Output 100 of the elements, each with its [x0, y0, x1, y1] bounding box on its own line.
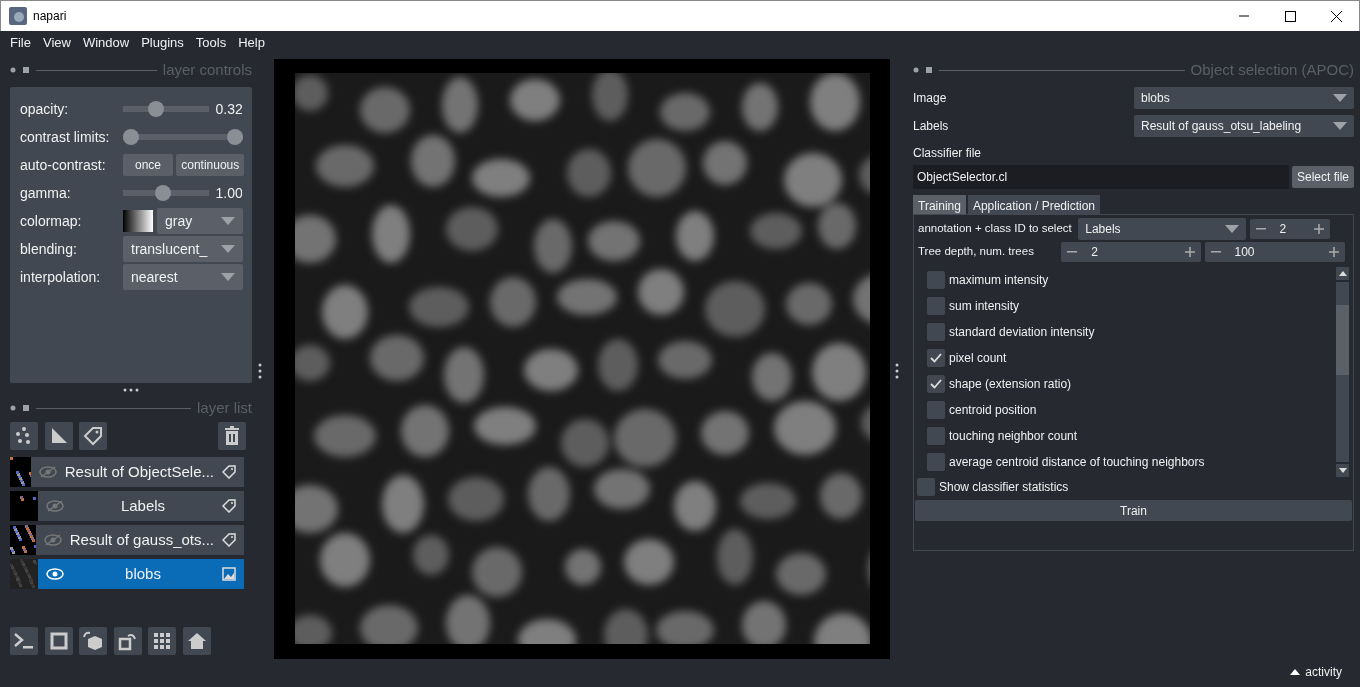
checkbox-label: average centroid distance of touching neighbors: [949, 454, 1205, 471]
panel-title: layer list: [197, 397, 252, 418]
checkbox[interactable]: [927, 401, 945, 419]
checkbox[interactable]: [927, 453, 945, 471]
file-path-field[interactable]: ObjectSelector.cl: [913, 165, 1289, 189]
arrow-down-icon[interactable]: [1338, 468, 1347, 473]
console-button[interactable]: [10, 627, 38, 655]
layer-thumbnail: [10, 524, 36, 555]
plus-icon[interactable]: [1328, 247, 1339, 257]
panel-title: layer controls: [162, 59, 252, 80]
control-label: colormap:: [20, 211, 83, 231]
tag-icon: [222, 532, 236, 547]
tab[interactable]: Training: [913, 195, 966, 214]
checkbox[interactable]: [927, 375, 945, 393]
dropdown[interactable]: Result of gauss_otsu_labeling: [1134, 115, 1354, 137]
checkbox-label: pixel count: [949, 350, 1007, 367]
dropdown[interactable]: Labels: [1078, 218, 1247, 240]
checkbox-label: touching neighbor count: [949, 428, 1078, 445]
tab[interactable]: Application / Prediction: [967, 195, 1100, 214]
scrollbar-drawing[interactable]: [1336, 267, 1349, 477]
menu-item[interactable]: View: [36, 33, 77, 53]
colormap-swatch: [123, 210, 153, 232]
square-icon: [49, 632, 68, 650]
float-icon[interactable]: [913, 66, 933, 74]
slider-thumb[interactable]: [147, 101, 164, 117]
tag-icon: [222, 464, 236, 479]
picture-icon: [222, 566, 236, 581]
train-button[interactable]: Train: [915, 500, 1352, 521]
dropdown[interactable]: blobs: [1134, 87, 1354, 109]
menu-item[interactable]: Tools: [189, 33, 233, 53]
resize-handle-icon[interactable]: [895, 363, 899, 379]
plus-icon[interactable]: [1313, 224, 1324, 234]
menu-item[interactable]: Help: [232, 33, 271, 53]
menu-item[interactable]: Plugins: [135, 33, 190, 53]
checkbox[interactable]: [917, 478, 935, 496]
checkbox-label: Show classifier statistics: [939, 479, 1069, 496]
control-label: opacity:: [20, 99, 70, 119]
float-icon[interactable]: [10, 66, 30, 74]
slider-value: 0.32: [215, 99, 242, 119]
new-points-layer-button[interactable]: [10, 422, 38, 451]
rotate-button[interactable]: [113, 627, 142, 655]
layer-thumbnail: [10, 490, 38, 521]
home-icon: [186, 631, 207, 651]
activity-label[interactable]: activity: [1305, 663, 1342, 681]
new-labels-layer-button[interactable]: [79, 422, 107, 451]
close-icon: [1330, 10, 1342, 22]
checkbox[interactable]: [927, 349, 945, 367]
control-label: auto-contrast:: [20, 155, 107, 175]
checkbox-label: centroid position: [949, 402, 1037, 419]
layer-item[interactable]: Result of gauss_ots...: [35, 524, 244, 555]
checkbox-label: sum intensity: [949, 298, 1020, 315]
slider-thumb[interactable]: [154, 185, 171, 201]
arrow-up-icon[interactable]: [1338, 271, 1347, 276]
number-spinbox[interactable]: 100: [1204, 242, 1345, 262]
home-button[interactable]: [182, 627, 211, 655]
new-shapes-layer-button[interactable]: [44, 422, 73, 451]
dropdown[interactable]: translucent_: [123, 236, 243, 262]
checkbox[interactable]: [927, 323, 945, 341]
auto-contrast-button[interactable]: continuous: [176, 154, 245, 176]
checkbox[interactable]: [927, 427, 945, 445]
checkbox-label: maximum intensity: [949, 272, 1049, 289]
layer-thumbnail: [10, 558, 38, 589]
resize-handle-icon[interactable]: [123, 388, 139, 392]
grid-button[interactable]: [148, 627, 176, 655]
grid-icon: [153, 632, 171, 650]
field-label: Image: [913, 90, 947, 107]
caret-icon[interactable]: [1290, 669, 1301, 675]
cube-button[interactable]: [79, 627, 107, 655]
minus-icon[interactable]: [1210, 251, 1221, 253]
auto-contrast-button[interactable]: once: [123, 154, 173, 176]
dropdown[interactable]: nearest: [123, 264, 243, 290]
float-icon[interactable]: [10, 404, 30, 412]
layer-item[interactable]: blobs: [38, 558, 244, 589]
window-title: napari: [33, 8, 68, 25]
field-label: Labels: [913, 118, 949, 135]
layer-item[interactable]: Labels: [38, 490, 244, 521]
delete-layer-button[interactable]: [218, 422, 246, 451]
checkbox-label: standard deviation intensity: [949, 324, 1095, 341]
field-label: Tree depth, num. trees: [918, 244, 1035, 260]
plus-icon[interactable]: [1185, 247, 1196, 257]
checkbox[interactable]: [927, 271, 945, 289]
minus-icon[interactable]: [1255, 228, 1266, 230]
panel-title: Object selection (APOC): [1190, 59, 1354, 80]
number-spinbox[interactable]: 2: [1249, 219, 1330, 239]
menu-item[interactable]: File: [4, 33, 37, 53]
rotate-icon: [117, 631, 138, 651]
resize-handle-icon[interactable]: [258, 363, 262, 379]
minus-icon[interactable]: [1067, 251, 1078, 253]
layer-item[interactable]: Result of ObjectSele...: [30, 456, 244, 487]
checkbox-label: shape (extension ratio): [949, 376, 1072, 393]
tag-icon: [83, 426, 103, 447]
checkbox[interactable]: [927, 297, 945, 315]
select-file-button[interactable]: Select file: [1291, 166, 1354, 188]
layer-thumbnail: [10, 456, 31, 487]
control-label: gamma:: [20, 183, 72, 203]
square-button[interactable]: [44, 627, 73, 655]
cube-icon: [83, 631, 103, 651]
dropdown[interactable]: gray: [157, 208, 243, 234]
menu-item[interactable]: Window: [76, 33, 136, 53]
number-spinbox[interactable]: 2: [1061, 242, 1202, 262]
